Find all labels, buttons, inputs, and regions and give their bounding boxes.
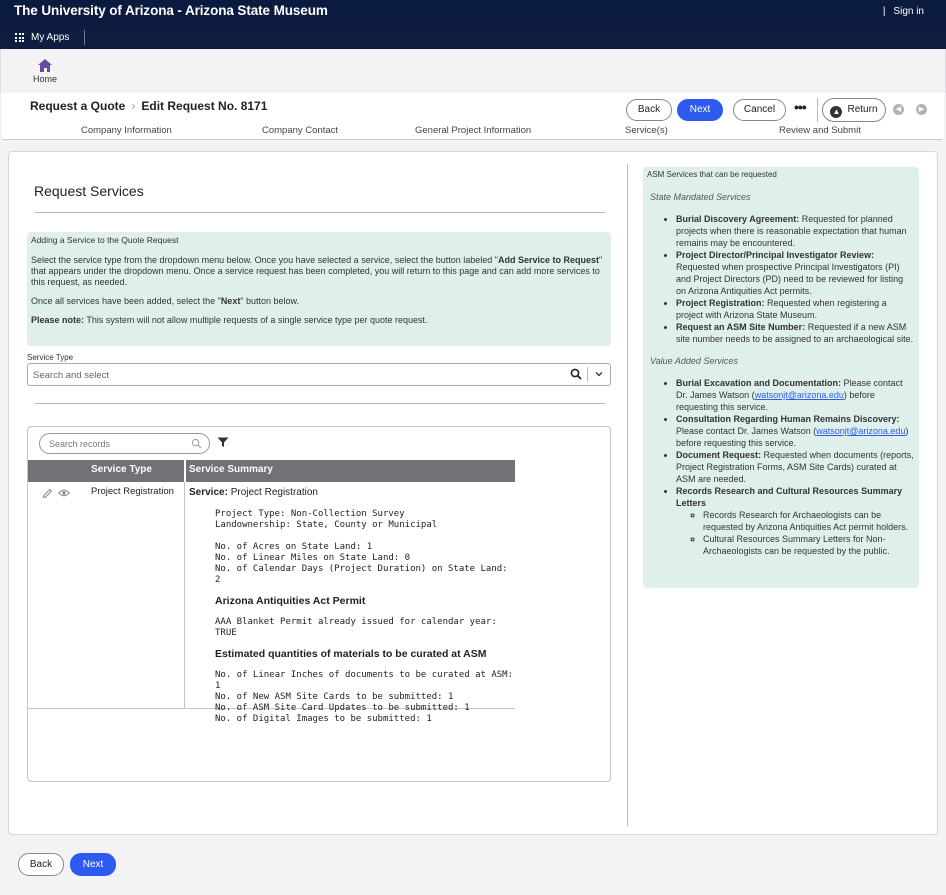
- summary-line: No. of Acres on State Land: 1: [215, 542, 373, 552]
- search-icon: [191, 438, 202, 449]
- search-icon[interactable]: [570, 368, 582, 380]
- summary-line: Landownership: State, County or Municipa…: [215, 520, 438, 530]
- table-row: Project Registration Service: Project Re…: [28, 482, 515, 724]
- next-arrow-icon[interactable]: ▶: [916, 104, 927, 115]
- steps-divider: [2, 139, 942, 140]
- instructions-paragraph-2: Once all services have been added, selec…: [31, 296, 300, 306]
- instructions-panel: Adding a Service to the Quote Request Se…: [27, 232, 611, 346]
- service-type-select[interactable]: Search and select: [27, 363, 611, 386]
- pencil-icon[interactable]: [42, 488, 53, 499]
- cancel-button[interactable]: Cancel: [733, 99, 786, 121]
- column-divider: [184, 460, 186, 482]
- service-type-placeholder: Search and select: [33, 370, 110, 381]
- list-item: Project Registration: Requested when reg…: [676, 297, 915, 321]
- summary-service-line: Service: Project Registration: [189, 487, 318, 498]
- services-grid: Search records Service Type Service Summ…: [27, 426, 611, 782]
- state-mandated-list: Burial Discovery Agreement: Requested fo…: [647, 213, 915, 345]
- panel-divider: [627, 164, 628, 826]
- email-link[interactable]: watsonjt@arizona.edu: [816, 426, 905, 436]
- email-link[interactable]: watsonjt@arizona.edu: [755, 390, 844, 400]
- service-type-label: Service Type: [27, 353, 74, 362]
- sign-in-link[interactable]: Sign in: [883, 6, 924, 17]
- page-header: Request a Quote › Edit Request No. 8171 Ba…: [2, 93, 944, 139]
- next-button[interactable]: Next: [677, 99, 723, 121]
- side-panel-title: ASM Services that can be requested: [647, 170, 777, 179]
- step-company-information[interactable]: Company Information: [81, 125, 172, 136]
- summary-line: No. of ASM Site Card Updates to be submi…: [215, 703, 470, 713]
- top-bar: The University of Arizona - Arizona Stat…: [0, 0, 946, 26]
- arrow-up-circle-icon: ▲: [830, 106, 843, 118]
- select-divider-line: [34, 403, 605, 404]
- home-bar: Home: [0, 49, 946, 93]
- home-link[interactable]: Home: [31, 59, 59, 84]
- value-added-heading: Value Added Services: [650, 356, 738, 366]
- column-divider: [184, 482, 185, 709]
- summary-line: No. of Digital Images to be submitted: 1: [215, 714, 432, 724]
- step-company-contact[interactable]: Company Contact: [262, 125, 338, 136]
- breadcrumb-parent[interactable]: Request a Quote: [30, 99, 125, 113]
- list-item: Cultural Resources Summary Letters for N…: [703, 533, 915, 557]
- instructions-paragraph-1: Select the service type from the dropdow…: [31, 255, 603, 287]
- chevron-right-icon: ›: [131, 99, 136, 113]
- back-button[interactable]: Back: [626, 99, 672, 121]
- list-item: Project Director/Principal Investigator …: [676, 249, 915, 297]
- header-divider: [817, 98, 818, 122]
- home-label: Home: [32, 74, 57, 84]
- summary-heading: Arizona Antiquities Act Permit: [215, 595, 366, 607]
- my-apps-link[interactable]: My Apps: [31, 32, 69, 43]
- return-label: Return: [847, 104, 878, 115]
- summary-line: No. of Linear Miles on State Land: 0: [215, 553, 411, 563]
- step-general-project-information[interactable]: General Project Information: [415, 125, 531, 136]
- list-item: Consultation Regarding Human Remains Dis…: [676, 413, 915, 449]
- eye-icon[interactable]: [58, 488, 70, 498]
- return-button[interactable]: ▲ Return: [822, 98, 886, 122]
- summary-heading: Estimated quantities of materials to be …: [215, 648, 487, 660]
- app-bar-divider: [84, 30, 85, 45]
- summary-line: AAA Blanket Permit already issued for ca…: [215, 617, 497, 638]
- instructions-note: Please note: This system will not allow …: [31, 315, 428, 325]
- list-item: Request an ASM Site Number: Requested if…: [676, 321, 915, 345]
- page-title: Request Services: [34, 183, 144, 199]
- state-mandated-heading: State Mandated Services: [650, 192, 751, 202]
- apps-grid-icon[interactable]: [15, 33, 24, 42]
- row-service-type: Project Registration: [91, 486, 174, 497]
- step-services[interactable]: Service(s): [625, 125, 668, 136]
- row-service-summary: Service: Project Registration Project Ty…: [189, 487, 514, 725]
- list-item: Burial Excavation and Documentation: Ple…: [676, 377, 915, 413]
- title-divider: [34, 212, 605, 213]
- instructions-title: Adding a Service to the Quote Request: [31, 235, 179, 245]
- column-service-summary[interactable]: Service Summary: [189, 464, 273, 475]
- records-research-sublist: Records Research for Archaeologists can …: [676, 509, 915, 557]
- table-header: Service Type Service Summary: [28, 460, 515, 482]
- list-item: Document Request: Requested when documen…: [676, 449, 915, 485]
- filter-icon[interactable]: [217, 437, 229, 448]
- list-item: Burial Discovery Agreement: Requested fo…: [676, 213, 915, 249]
- more-options-icon[interactable]: •••: [794, 99, 807, 115]
- chevron-down-icon[interactable]: [594, 369, 604, 379]
- column-service-type[interactable]: Service Type: [91, 464, 152, 475]
- main-card: Request Services Adding a Service to the…: [8, 151, 938, 835]
- breadcrumb-current: Edit Request No. 8171: [141, 99, 268, 113]
- site-title: The University of Arizona - Arizona Stat…: [14, 3, 328, 18]
- list-item: Records Research for Archaeologists can …: [703, 509, 915, 533]
- value-added-list: Burial Excavation and Documentation: Ple…: [647, 377, 915, 557]
- home-icon: [38, 59, 52, 72]
- footer-next-button[interactable]: Next: [70, 853, 116, 876]
- summary-line: Project Type: Non-Collection Survey: [215, 509, 405, 519]
- search-records-placeholder: Search records: [49, 439, 111, 449]
- search-records-input[interactable]: Search records: [39, 433, 210, 454]
- breadcrumb: Request a Quote › Edit Request No. 8171: [30, 99, 267, 113]
- app-bar: My Apps: [0, 26, 946, 49]
- footer-back-button[interactable]: Back: [18, 853, 64, 876]
- summary-line: No. of Calendar Days (Project Duration) …: [215, 564, 508, 585]
- previous-arrow-icon[interactable]: ◀: [893, 104, 904, 115]
- list-item: Records Research and Cultural Resources …: [676, 485, 915, 557]
- select-divider: [587, 367, 588, 382]
- step-review-and-submit[interactable]: Review and Submit: [779, 125, 861, 136]
- summary-line: No. of Linear Inches of documents to be …: [215, 670, 514, 691]
- asm-services-panel: ASM Services that can be requested State…: [643, 167, 919, 588]
- progress-steps: Company Information Company Contact Gene…: [2, 125, 944, 137]
- summary-line: No. of New ASM Site Cards to be submitte…: [215, 692, 454, 702]
